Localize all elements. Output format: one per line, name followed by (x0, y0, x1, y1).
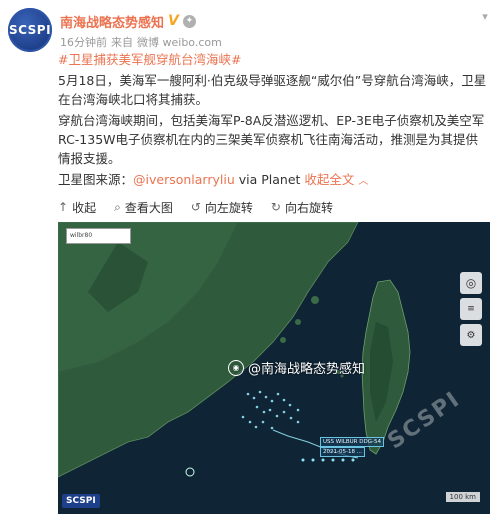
post-source[interactable]: 微博 weibo.com (137, 34, 222, 50)
source-prefix: 卫星图来源： (58, 172, 134, 187)
collapse-button[interactable]: ↑ 收起 (58, 199, 96, 216)
map-search-input[interactable]: wilbr80 (66, 228, 131, 244)
avatar-text: SCSPI (8, 23, 52, 37)
image-source-line: 卫星图来源：@iversonlarryliu via Planet 收起全文 ︿ (58, 170, 490, 191)
magnifier-icon: ⌕ (114, 199, 121, 214)
map-layers-control[interactable]: ≡ (460, 298, 482, 320)
image-watermark: ◉ @南海战略态势感知 (228, 358, 365, 377)
source-user-link[interactable]: @iversonlarryliu (133, 172, 235, 187)
map-settings-control[interactable]: ⚙ (460, 324, 482, 346)
map-scale-bar: 100 km (445, 492, 480, 502)
rotate-left-label: 向左旋转 (204, 200, 253, 215)
member-icon: ✦ (182, 14, 196, 28)
weibo-watermark-icon: ◉ (228, 359, 244, 376)
post-from-label: 来自 (111, 36, 133, 49)
post-paragraph-1: 5月18日，美海军一艘阿利·伯克级导弹驱逐舰“威尔伯”号穿航台湾海峡，卫星在台湾… (58, 73, 487, 107)
verified-v-icon: V (168, 13, 179, 29)
rotate-left-icon: ↺ (190, 200, 201, 214)
rotate-right-button[interactable]: ↻ 向右旋转 (271, 199, 333, 216)
watermark-text: @南海战略态势感知 (248, 362, 366, 377)
rotate-right-icon: ↻ (270, 200, 281, 214)
post-header: SCSPI 南海战略态势感知 V ✦ 16分钟前 来自 微博 weibo.com… (8, 8, 492, 52)
image-toolbar: ↑ 收起 ⌕ 查看大图 ↺ 向左旋转 ↻ 向右旋转 (58, 198, 333, 216)
post-time[interactable]: 16分钟前 (60, 34, 107, 50)
source-via: via Planet (234, 172, 305, 187)
collapse-text-link[interactable]: 收起全文 (304, 172, 354, 187)
rotate-left-button[interactable]: ↺ 向左旋转 (191, 199, 253, 216)
post-content: #卫星捕获美军舰穿航台湾海峡# 5月18日，美海军一艘阿利·伯克级导弹驱逐舰“威… (58, 50, 490, 193)
chevron-up-icon[interactable]: ︿ (358, 176, 368, 187)
account-name[interactable]: 南海战略态势感知 (60, 12, 164, 31)
post-meta: 16分钟前 来自 微博 weibo.com (60, 34, 222, 50)
map-zoom-control[interactable]: ◎ (460, 272, 482, 294)
post-paragraph-2: 穿航台湾海峡期间，包括美海军P-8A反潜巡逻机、EP-3E电子侦察机及美空军RC… (58, 113, 485, 166)
rotate-right-label: 向右旋转 (284, 200, 333, 215)
map-logo: SCSPI (62, 494, 100, 508)
view-large-label: 查看大图 (124, 200, 173, 215)
view-large-button[interactable]: ⌕ 查看大图 (114, 199, 173, 216)
topic-link[interactable]: #卫星捕获美军舰穿航台湾海峡# (58, 50, 490, 69)
collapse-up-icon: ↑ (58, 200, 69, 214)
avatar[interactable]: SCSPI (8, 8, 52, 52)
ship-label-1: USS WILBUR DDG-54 (320, 437, 384, 447)
satellite-map-image[interactable]: wilbr80 ◎ ≡ ⚙ ◉ @南海战略态势感知 SCSPI USS WILB… (58, 222, 490, 514)
collapse-label: 收起 (72, 200, 97, 215)
chevron-down-icon[interactable]: ▾ (478, 10, 492, 24)
name-row: 南海战略态势感知 V ✦ (60, 12, 196, 31)
ship-label-2: 2021-05-18 ... (320, 447, 365, 457)
